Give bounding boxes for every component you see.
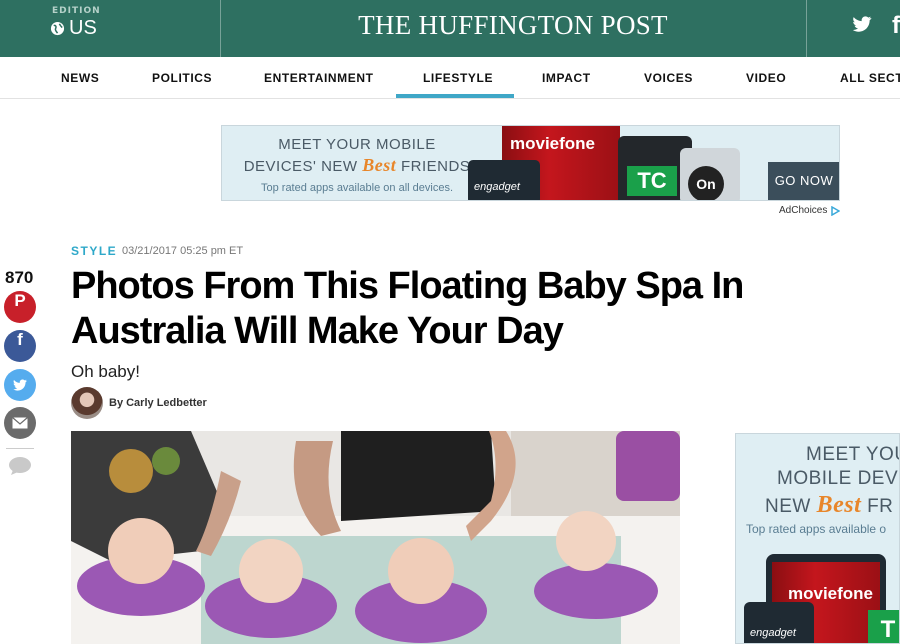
pinterest-share-button[interactable]: P bbox=[4, 291, 36, 323]
edition-label: EDITION bbox=[52, 6, 101, 16]
ad-headline-line1: MEET YOUR MOBILE bbox=[278, 136, 436, 153]
active-tab-indicator bbox=[396, 94, 514, 98]
author-byline[interactable]: By Carly Ledbetter bbox=[109, 397, 207, 409]
side-ad-line3: NEW Best FR bbox=[765, 492, 894, 518]
nav-item-all-sections[interactable]: ALL SECTI bbox=[840, 71, 900, 85]
side-ad-tagline: Top rated apps available o bbox=[746, 522, 887, 536]
adchoices-link[interactable]: AdChoices bbox=[779, 205, 841, 216]
twitter-icon[interactable] bbox=[851, 13, 873, 35]
engadget-logo: engadget bbox=[474, 181, 520, 193]
facebook-share-button[interactable]: f bbox=[4, 330, 36, 362]
timestamp: 03/21/2017 05:25 pm ET bbox=[122, 245, 244, 257]
facebook-icon: f bbox=[17, 330, 23, 349]
comment-icon[interactable] bbox=[8, 456, 32, 476]
masthead: EDITION US THE HUFFINGTON POST f bbox=[0, 0, 900, 57]
nav-item-news[interactable]: NEWS bbox=[61, 71, 99, 85]
go-now-button[interactable]: GO NOW bbox=[768, 162, 839, 200]
site-logo[interactable]: THE HUFFINGTON POST bbox=[220, 10, 806, 41]
sidebar-ad[interactable]: MEET YOU MOBILE DEVI NEW Best FR Top rat… bbox=[735, 433, 900, 644]
nav-item-lifestyle[interactable]: LIFESTYLE bbox=[423, 71, 493, 85]
nav-item-voices[interactable]: VOICES bbox=[644, 71, 693, 85]
aol-on-logo: On bbox=[688, 166, 724, 200]
moviefone-logo: moviefone bbox=[788, 584, 874, 603]
email-icon bbox=[12, 417, 28, 429]
article-headline: Photos From This Floating Baby Spa In Au… bbox=[71, 265, 744, 352]
share-count: 870 bbox=[5, 268, 34, 287]
engadget-logo: engadget bbox=[750, 627, 796, 639]
ad-tagline: Top rated apps available on all devices. bbox=[260, 182, 453, 194]
adchoices-label: AdChoices bbox=[779, 205, 828, 216]
edition-selector[interactable]: US bbox=[50, 17, 97, 40]
adchoices-icon bbox=[831, 205, 841, 216]
facebook-icon[interactable]: f bbox=[892, 12, 900, 40]
ad-headline-line2: DEVICES' NEW Best FRIENDS bbox=[243, 155, 471, 175]
nav-item-impact[interactable]: IMPACT bbox=[542, 71, 591, 85]
nav-item-entertainment[interactable]: ENTERTAINMENT bbox=[264, 71, 374, 85]
nav-item-video[interactable]: VIDEO bbox=[746, 71, 786, 85]
babies-floating-photo bbox=[71, 431, 680, 644]
edition-value: US bbox=[69, 17, 97, 39]
author-avatar[interactable] bbox=[71, 387, 103, 419]
globe-icon bbox=[50, 21, 65, 36]
side-ad-line1: MEET YOU bbox=[806, 444, 900, 465]
techcrunch-logo: TC bbox=[627, 166, 677, 196]
pinterest-icon: P bbox=[14, 291, 26, 310]
rail-divider bbox=[6, 448, 34, 449]
moviefone-logo: moviefone bbox=[510, 134, 596, 153]
nav-item-politics[interactable]: POLITICS bbox=[152, 71, 212, 85]
banner-ad[interactable]: MEET YOUR MOBILE DEVICES' NEW Best FRIEN… bbox=[221, 125, 840, 201]
email-share-button[interactable] bbox=[4, 407, 36, 439]
article-subhead: Oh baby! bbox=[71, 362, 140, 381]
techcrunch-logo: T bbox=[868, 610, 899, 643]
section-label[interactable]: STYLE bbox=[71, 244, 117, 258]
masthead-divider bbox=[806, 0, 807, 57]
twitter-share-button[interactable] bbox=[4, 369, 36, 401]
twitter-icon bbox=[13, 379, 27, 391]
section-nav: NEWS POLITICS ENTERTAINMENT LIFESTYLE IM… bbox=[0, 57, 900, 99]
article-photo[interactable] bbox=[71, 431, 680, 644]
side-ad-line2: MOBILE DEVI bbox=[777, 468, 900, 489]
